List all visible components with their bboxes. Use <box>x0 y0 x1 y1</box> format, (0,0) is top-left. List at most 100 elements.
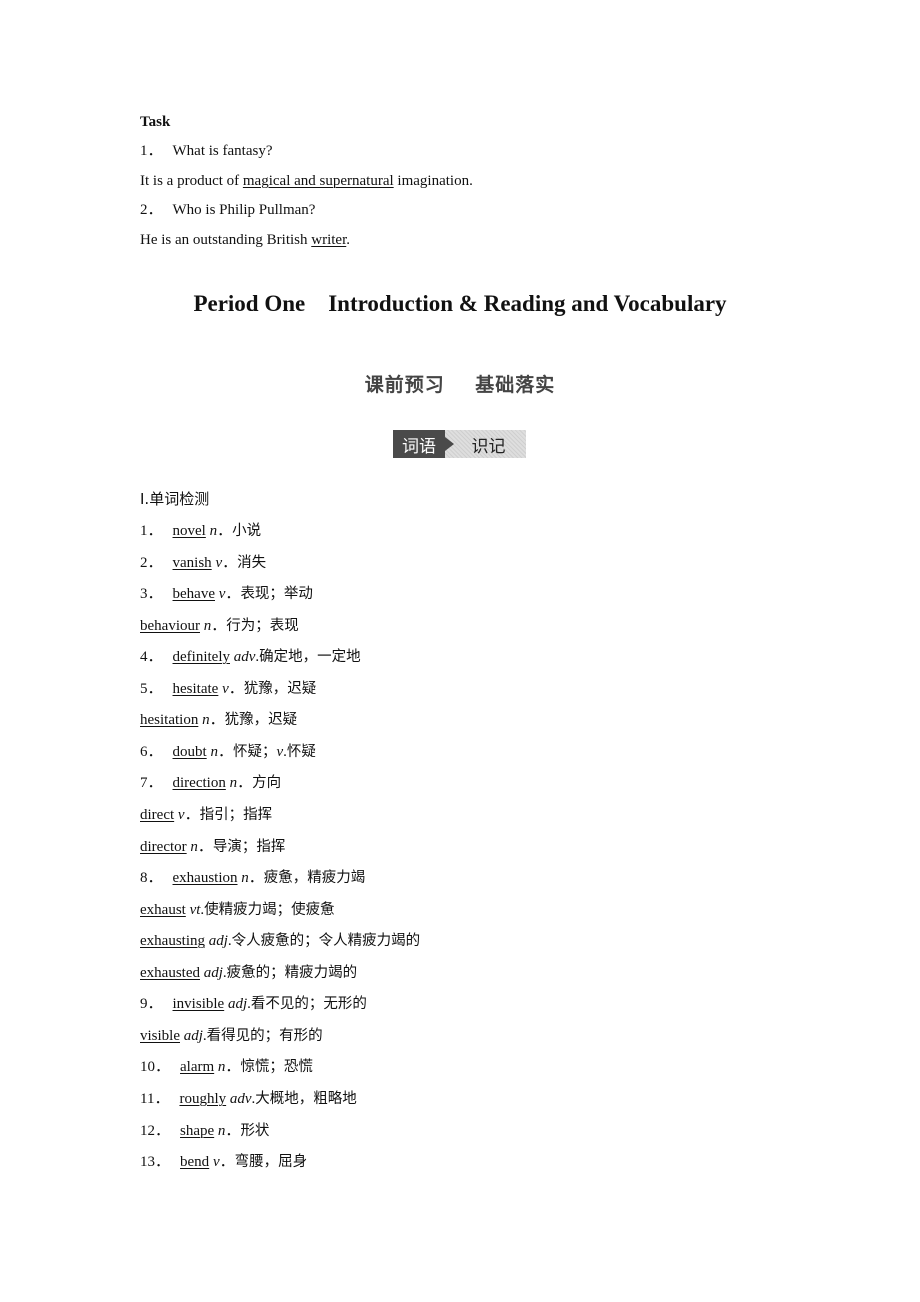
vocab-word: vanish <box>172 554 212 571</box>
period-title: Period One Introduction & Reading and Vo… <box>193 291 727 316</box>
part-of-speech: v <box>177 807 185 823</box>
answer-blank: writer <box>311 232 347 248</box>
vocab-item: exhausting adj.令人疲惫的；令人精疲力竭的 <box>140 931 420 951</box>
task-answer-1: It is a product of magical and supernatu… <box>140 171 473 191</box>
answer-suffix: imagination. <box>393 173 473 189</box>
vocab-item: visible adj.看得见的；有形的 <box>140 1026 323 1046</box>
vocab-meaning: 疲惫的；精疲力竭的 <box>226 964 358 981</box>
item-number: 7． <box>140 775 163 792</box>
part-of-speech: n <box>202 712 210 729</box>
vocab-meaning: 怀疑； <box>232 743 277 760</box>
vocab-word: doubt <box>172 743 207 760</box>
vocab-word: direction <box>172 775 226 792</box>
vocab-word: definitely <box>172 649 230 666</box>
vocab-item: 2． vanish v．消失 <box>140 553 266 573</box>
vocab-meaning: 指引；指挥 <box>199 807 273 823</box>
vocab-item: exhaust vt.使精疲力竭；使疲惫 <box>140 900 335 920</box>
vocab-item: 7． direction n．方向 <box>140 773 281 793</box>
vocab-meaning: 方向 <box>252 775 282 792</box>
part-of-speech: adv <box>229 1090 252 1107</box>
item-number: 10． <box>140 1059 171 1076</box>
answer-blank: magical and supernatural <box>242 173 394 189</box>
vocab-item: director n．导演；指挥 <box>140 837 285 857</box>
vocab-meaning: 惊慌；恐慌 <box>240 1059 313 1076</box>
item-number: 9． <box>140 996 163 1013</box>
item-number: 3． <box>140 586 163 603</box>
vocab-meaning: 使精疲力竭；使疲惫 <box>204 901 335 918</box>
item-number: 12． <box>140 1122 171 1139</box>
banner-label-right: 识记 <box>445 430 526 458</box>
vocab-word: behaviour <box>140 617 200 634</box>
vocab-item: 9． invisible adj.看不见的；无形的 <box>140 994 367 1014</box>
vocab-meaning: 犹豫，迟疑 <box>243 680 317 697</box>
vocab-word: exhaustion <box>172 870 238 886</box>
vocab-word: direct <box>140 807 175 823</box>
vocab-item: 10． alarm n．惊慌；恐慌 <box>140 1057 313 1077</box>
item-number: 11． <box>140 1090 170 1107</box>
vocab-item: behaviour n．行为；表现 <box>140 616 299 636</box>
vocab-word: shape <box>180 1122 215 1139</box>
separator: ． <box>211 617 227 634</box>
vocab-item: 13． bend v．弯腰，屈身 <box>140 1152 307 1172</box>
part-of-speech: n <box>210 743 218 760</box>
arrow-right-icon <box>445 437 454 451</box>
vocab-item: 4． definitely adv.确定地，一定地 <box>140 647 361 667</box>
vocab-meaning: 疲惫，精疲力竭 <box>263 870 366 886</box>
banner-right-text: 识记 <box>471 436 506 457</box>
item-number: 13． <box>140 1154 171 1170</box>
vocab-word: exhausting <box>140 933 205 950</box>
part-of-speech: vt <box>189 901 201 918</box>
part-of-speech: n <box>190 838 198 855</box>
vocab-meaning: 行为；表现 <box>226 617 299 634</box>
vocab-meaning: 看不见的；无形的 <box>250 996 367 1013</box>
vocab-meaning: 形状 <box>240 1122 270 1139</box>
section-banner: 词语 识记 <box>393 430 526 458</box>
part-of-speech: adj <box>227 996 248 1013</box>
separator: ． <box>217 743 233 760</box>
separator: ． <box>225 1059 241 1076</box>
separator: ． <box>209 712 225 729</box>
part-of-speech: v <box>222 680 229 697</box>
item-number: 5． <box>140 680 163 697</box>
vocab-meaning: 表现；举动 <box>240 586 313 603</box>
answer-suffix: . <box>346 232 350 248</box>
separator: ． <box>225 586 241 603</box>
item-number: 1． <box>140 523 163 539</box>
vocab-word: hesitation <box>140 712 199 729</box>
vocab-meaning: 令人疲惫的；令人精疲力竭的 <box>231 933 421 950</box>
part-of-speech: v <box>212 1154 220 1170</box>
vocab-word: director <box>140 838 187 855</box>
vocab-item: 5． hesitate v．犹豫，迟疑 <box>140 679 316 699</box>
separator: ． <box>217 523 233 539</box>
answer-prefix: It is a product of <box>140 173 243 189</box>
vocab-word: visible <box>140 1027 180 1044</box>
vocab-meaning: 犹豫，迟疑 <box>224 712 298 729</box>
vocab-word: hesitate <box>172 680 219 697</box>
vocab-word: exhaust <box>140 901 186 918</box>
separator: ． <box>197 838 213 855</box>
vocab-item: direct v．指引；指挥 <box>140 805 272 825</box>
question-text: Who is Philip Pullman? <box>172 202 316 218</box>
question-number: 1． <box>140 143 163 159</box>
separator: ． <box>219 1154 235 1170</box>
vocab-meaning: 小说 <box>232 523 262 539</box>
part-of-speech: n <box>209 523 218 539</box>
separator: ． <box>222 554 238 571</box>
item-number: 8． <box>140 870 163 886</box>
separator: ． <box>228 680 244 697</box>
task-heading: Task <box>140 114 171 130</box>
vocab-word: roughly <box>179 1090 227 1107</box>
vocab-item: exhausted adj.疲惫的；精疲力竭的 <box>140 963 357 983</box>
vocab-item: 3． behave v．表现；举动 <box>140 584 313 604</box>
vocab-meaning: 消失 <box>237 554 267 571</box>
vocab-word: exhausted <box>140 964 200 981</box>
part-of-speech: n <box>229 775 238 792</box>
vocab-meaning: 看得见的；有形的 <box>206 1027 323 1044</box>
vocab-word: invisible <box>172 996 225 1013</box>
part-of-speech: adj <box>203 964 223 981</box>
vocab-meaning: 大概地，粗略地 <box>255 1090 357 1107</box>
part-of-speech: adv <box>233 649 256 666</box>
vocab-item: 11． roughly adv.大概地，粗略地 <box>140 1089 357 1109</box>
vocab-item: 6． doubt n．怀疑；v.怀疑 <box>140 742 316 762</box>
vocab-word: bend <box>180 1154 210 1170</box>
